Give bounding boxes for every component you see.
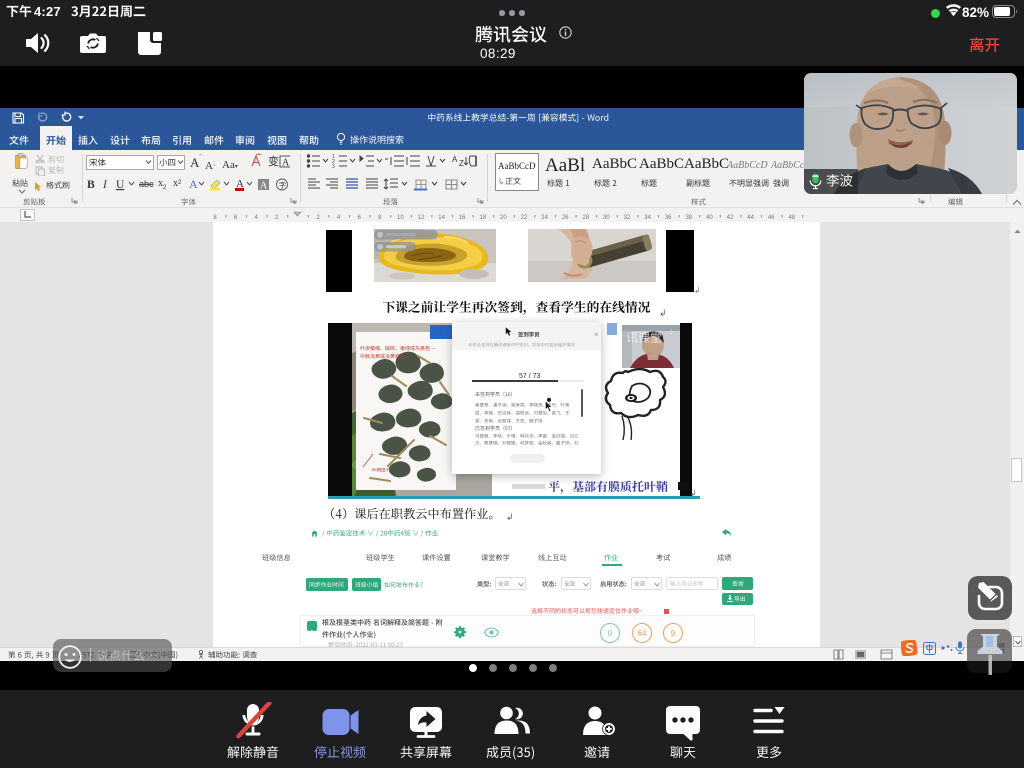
svg-text:34: 34: [644, 215, 651, 221]
svg-text:14: 14: [438, 215, 445, 221]
svg-text:28: 28: [582, 215, 589, 221]
svg-text:24: 24: [541, 215, 548, 221]
svg-text:36: 36: [665, 215, 672, 221]
svg-text:A: A: [282, 158, 290, 169]
svg-text:26: 26: [562, 215, 569, 221]
svg-text:A: A: [260, 181, 268, 192]
svg-text:6: 6: [358, 215, 362, 221]
svg-text:字: 字: [279, 181, 286, 190]
svg-text:I: I: [102, 179, 108, 191]
svg-text:4: 4: [255, 215, 259, 221]
svg-text:16: 16: [459, 215, 466, 221]
svg-text:2: 2: [163, 185, 167, 191]
svg-text:U: U: [116, 179, 125, 191]
svg-text:变: 变: [268, 154, 279, 168]
svg-text:2: 2: [178, 180, 182, 186]
svg-text:44: 44: [747, 215, 754, 221]
svg-text:Z: Z: [459, 159, 464, 168]
svg-text:6: 6: [234, 215, 238, 221]
svg-text:8: 8: [378, 215, 382, 221]
svg-text:46: 46: [768, 215, 775, 221]
svg-text:32: 32: [624, 215, 631, 221]
svg-text:2: 2: [316, 215, 320, 221]
svg-text:48: 48: [788, 215, 795, 221]
svg-text:20: 20: [500, 215, 507, 221]
svg-text:18: 18: [479, 215, 486, 221]
svg-text:12: 12: [418, 215, 425, 221]
svg-text:A: A: [452, 155, 458, 164]
svg-text:40: 40: [706, 215, 713, 221]
svg-text:A: A: [189, 177, 198, 191]
svg-text:42: 42: [727, 215, 734, 221]
svg-text:abc: abc: [139, 179, 154, 189]
svg-text:30: 30: [603, 215, 610, 221]
svg-text:3: 3: [332, 164, 335, 170]
svg-text:B: B: [87, 179, 95, 191]
svg-text:2: 2: [275, 215, 279, 221]
svg-text:8: 8: [213, 215, 217, 221]
svg-text:10: 10: [397, 215, 404, 221]
svg-text:22: 22: [521, 215, 528, 221]
svg-text:4: 4: [337, 215, 341, 221]
svg-text:38: 38: [685, 215, 692, 221]
